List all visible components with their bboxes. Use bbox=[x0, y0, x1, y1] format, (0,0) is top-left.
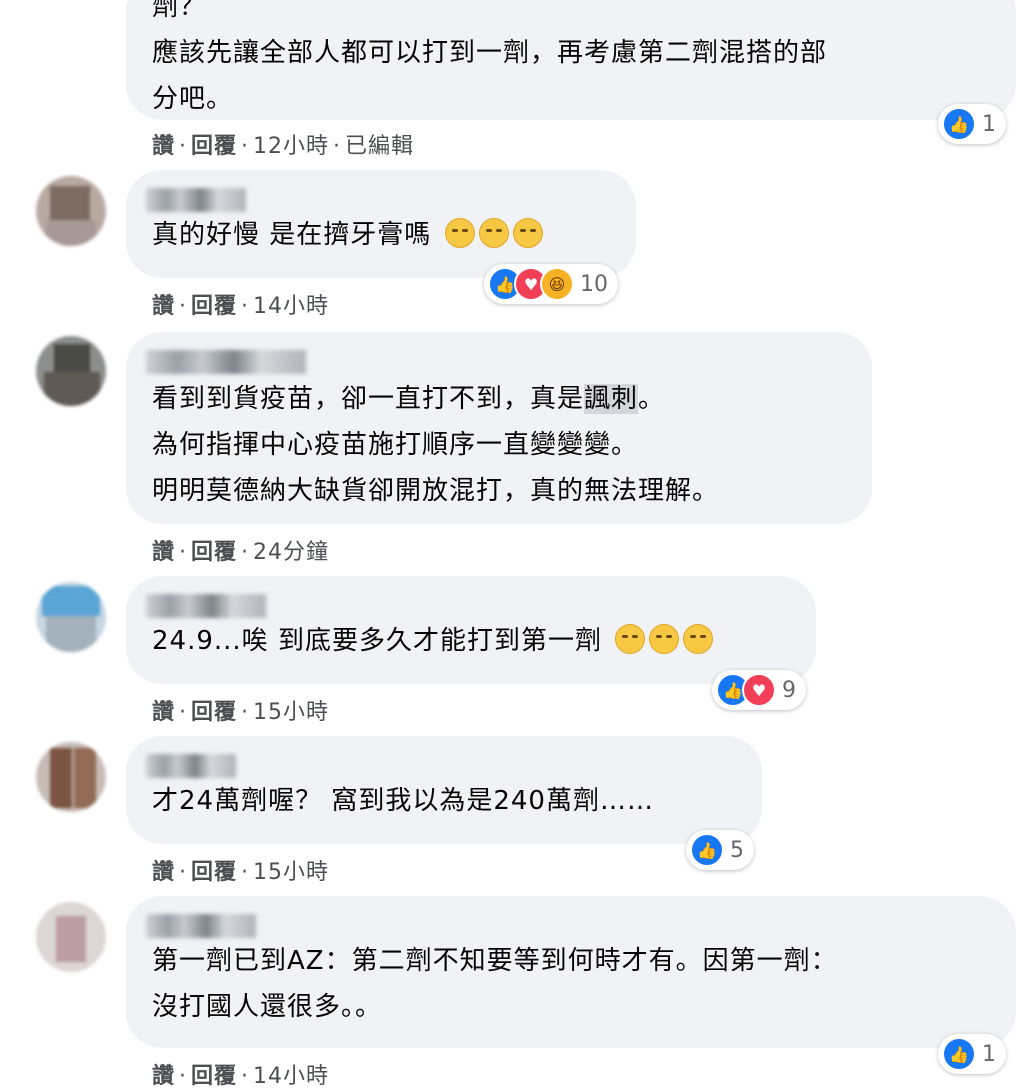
timestamp[interactable]: 15小時 bbox=[253, 700, 329, 725]
reply-link[interactable]: 回覆 bbox=[191, 1064, 237, 1089]
comment-actions: 讚 · 回覆 · 15小時 bbox=[152, 700, 330, 725]
comment-actions: 讚 · 回覆 · 24分鐘 bbox=[152, 540, 330, 565]
comment-bubble: 才24萬劑喔？ 窩到我以為是240萬劑…… bbox=[126, 736, 762, 844]
comment-actions: 讚 · 回覆 · 15小時 bbox=[152, 860, 330, 885]
smirk-face-icon bbox=[478, 218, 509, 248]
reaction-count: 9 bbox=[782, 677, 796, 703]
love-icon: ♥ bbox=[742, 673, 776, 707]
reaction-summary[interactable]: 👍 1 bbox=[938, 1034, 1006, 1074]
reaction-summary[interactable]: 👍 1 bbox=[938, 104, 1006, 144]
confused-face-icon bbox=[444, 218, 475, 248]
like-link[interactable]: 讚 bbox=[152, 1064, 175, 1089]
reply-link[interactable]: 回覆 bbox=[191, 134, 237, 159]
author-name[interactable] bbox=[146, 594, 266, 618]
smirk-face-icon bbox=[512, 218, 543, 248]
author-name[interactable] bbox=[146, 188, 246, 212]
like-link[interactable]: 讚 bbox=[152, 134, 175, 159]
author-name[interactable] bbox=[146, 350, 306, 374]
timestamp[interactable]: 12小時 bbox=[253, 134, 329, 159]
reply-link[interactable]: 回覆 bbox=[191, 294, 237, 319]
comment-text: 。 bbox=[638, 384, 666, 414]
avatar[interactable] bbox=[36, 582, 106, 652]
timestamp[interactable]: 15小時 bbox=[253, 860, 329, 885]
author-name[interactable] bbox=[146, 914, 256, 938]
avatar[interactable] bbox=[36, 176, 106, 246]
expressionless-face-icon bbox=[683, 624, 714, 654]
avatar[interactable] bbox=[36, 902, 106, 972]
reaction-count: 1 bbox=[982, 1041, 996, 1067]
reaction-count: 1 bbox=[982, 111, 996, 137]
comment-actions: 讚 · 回覆 · 14小時 bbox=[152, 294, 330, 319]
author-name[interactable] bbox=[146, 754, 236, 778]
comment-text: 24.9...唉 到底要多久才能打到第一劑 bbox=[152, 626, 602, 656]
avatar[interactable] bbox=[36, 336, 106, 406]
comment-bubble: 24.9...唉 到底要多久才能打到第一劑 bbox=[126, 576, 816, 684]
comment-actions: 讚 · 回覆 · 14小時 bbox=[152, 1064, 330, 1089]
comment-text: 分吧。 bbox=[152, 84, 234, 114]
comment-text: 應該先讓全部人都可以打到一劑，再考慮第二劑混搭的部 bbox=[152, 38, 828, 68]
reply-link[interactable]: 回覆 bbox=[191, 700, 237, 725]
reply-link[interactable]: 回覆 bbox=[191, 860, 237, 885]
reply-link[interactable]: 回覆 bbox=[191, 540, 237, 565]
comment-text: 明明莫德納大缺貨卻開放混打，真的無法理解。 bbox=[152, 476, 720, 506]
like-icon: 👍 bbox=[942, 1037, 976, 1071]
timestamp[interactable]: 14小時 bbox=[253, 1064, 329, 1089]
expressionless-face-icon bbox=[615, 624, 646, 654]
haha-icon: 😆 bbox=[540, 267, 574, 301]
like-link[interactable]: 讚 bbox=[152, 700, 175, 725]
reaction-summary[interactable]: 👍 5 bbox=[686, 830, 754, 870]
reaction-summary[interactable]: 👍 ♥ 9 bbox=[712, 670, 806, 710]
comment-text: 沒打國人還很多。。 bbox=[152, 992, 383, 1022]
comment-bubble: 真的好慢 是在擠牙膏嗎 bbox=[126, 170, 636, 278]
comment-text: 劑？ bbox=[152, 0, 207, 22]
comment-bubble: 第一劑已到AZ：第二劑不知要等到何時才有。因第一劑： 沒打國人還很多。。 bbox=[126, 896, 1016, 1048]
comment-text: 才24萬劑喔？ 窩到我以為是240萬劑…… bbox=[152, 786, 654, 816]
reaction-count: 5 bbox=[730, 837, 744, 863]
like-link[interactable]: 讚 bbox=[152, 540, 175, 565]
like-link[interactable]: 讚 bbox=[152, 294, 175, 319]
comment-text: 為何指揮中心疫苗施打順序一直變變變。 bbox=[152, 430, 639, 460]
like-icon: 👍 bbox=[690, 833, 724, 867]
avatar[interactable] bbox=[36, 742, 106, 812]
like-link[interactable]: 讚 bbox=[152, 860, 175, 885]
expressionless-face-icon bbox=[649, 624, 680, 654]
edited-label[interactable]: 已編輯 bbox=[345, 134, 414, 159]
comment-bubble: 劑？ 應該先讓全部人都可以打到一劑，再考慮第二劑混搭的部 分吧。 bbox=[126, 0, 1016, 120]
comment-bubble: 看到到貨疫苗，卻一直打不到，真是諷刺。 為何指揮中心疫苗施打順序一直變變變。 明… bbox=[126, 332, 872, 524]
timestamp[interactable]: 14小時 bbox=[253, 294, 329, 319]
comment-text: 真的好慢 是在擠牙膏嗎 bbox=[152, 220, 432, 250]
comment-actions: 讚 · 回覆 · 12小時 · 已編輯 bbox=[152, 134, 415, 159]
like-icon: 👍 bbox=[942, 107, 976, 141]
reaction-summary[interactable]: 👍 ♥ 😆 10 bbox=[484, 264, 618, 304]
comment-text: 看到到貨疫苗，卻一直打不到，真是 bbox=[152, 384, 585, 414]
timestamp[interactable]: 24分鐘 bbox=[253, 540, 329, 565]
comment-text: 第一劑已到AZ：第二劑不知要等到何時才有。因第一劑： bbox=[152, 946, 838, 976]
reaction-count: 10 bbox=[580, 271, 608, 297]
highlighted-text: 諷刺 bbox=[584, 384, 639, 414]
